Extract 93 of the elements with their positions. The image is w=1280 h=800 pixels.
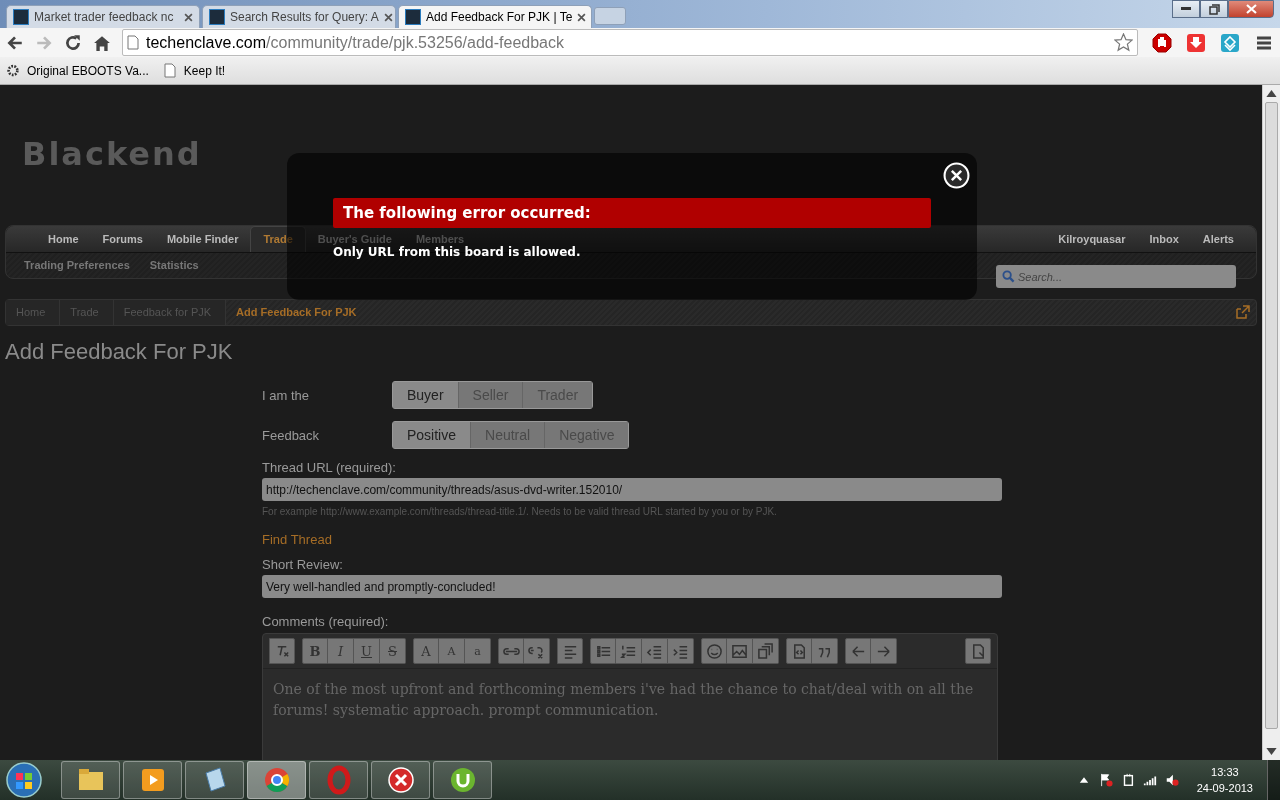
page-icon: [162, 63, 177, 78]
format-button[interactable]: [701, 638, 727, 664]
bookmark-link[interactable]: Original EBOOTS Va...: [6, 63, 149, 78]
thread-url-field[interactable]: http://techenclave.com/community/threads/asus-dvd-writer.152010/: [262, 478, 1002, 501]
nav-tab[interactable]: Members: [403, 232, 477, 246]
format-button[interactable]: [668, 638, 694, 664]
format-button[interactable]: I: [328, 638, 354, 664]
nav-tab[interactable]: Trade: [250, 226, 306, 252]
favicon-icon: [405, 9, 421, 25]
favicon-icon: [13, 9, 29, 25]
field-label: Feedback: [262, 427, 321, 443]
format-button[interactable]: [524, 638, 550, 664]
format-button[interactable]: A: [413, 638, 439, 664]
page-icon: [127, 35, 139, 50]
nav-tab[interactable]: Forums: [90, 232, 155, 246]
star-icon[interactable]: [1114, 33, 1133, 52]
format-button[interactable]: [642, 638, 668, 664]
user-link[interactable]: Alerts: [1190, 232, 1246, 246]
start-button[interactable]: [4, 760, 44, 800]
format-button[interactable]: [269, 638, 295, 664]
nav-tab[interactable]: Mobile Finder: [154, 232, 251, 246]
taskbar-app-button[interactable]: [185, 761, 244, 799]
browser-tab[interactable]: Market trader feedback nc: [6, 5, 200, 28]
sub-nav-link[interactable]: Statistics: [139, 253, 209, 278]
taskbar-app-button[interactable]: [433, 761, 492, 799]
format-button[interactable]: B: [302, 638, 328, 664]
clock-time: 13:33: [1211, 765, 1239, 780]
error-heading: The following error occurred:: [333, 198, 931, 228]
user-link[interactable]: Kilroyquasar: [1046, 232, 1138, 246]
popout-icon[interactable]: [1236, 305, 1250, 319]
reload-icon[interactable]: [64, 33, 82, 52]
format-button[interactable]: a: [465, 638, 491, 664]
format-button[interactable]: [727, 638, 753, 664]
image-icon: [731, 642, 748, 660]
close-icon: [1245, 4, 1257, 14]
clock-date: 24-09-2013: [1196, 781, 1253, 796]
restore-icon: [1208, 3, 1220, 15]
restore-button[interactable]: [1200, 0, 1228, 18]
scroll-thumb[interactable]: [1265, 102, 1278, 729]
format-button[interactable]: [498, 638, 524, 664]
download-icon[interactable]: [1186, 32, 1206, 53]
stop-hand-icon[interactable]: [1152, 32, 1172, 53]
taskbar-app-button[interactable]: [61, 761, 120, 799]
format-button[interactable]: [753, 638, 779, 664]
short-review-field[interactable]: Very well-handled and promptly-concluded!: [262, 575, 1002, 598]
format-button[interactable]: [871, 638, 897, 664]
field-label: Comments (required):: [262, 614, 390, 630]
taskbar-app-button[interactable]: [123, 761, 182, 799]
format-button[interactable]: [557, 638, 583, 664]
nav-tab[interactable]: Home: [36, 232, 91, 246]
flag-icon[interactable]: [1098, 773, 1113, 787]
minimize-icon: [1181, 7, 1191, 11]
source-toggle-button[interactable]: [965, 638, 991, 664]
error-message: Only URL from this board is allowed.: [333, 245, 582, 259]
field-label: I am the: [262, 387, 310, 403]
close-button[interactable]: [1228, 0, 1274, 18]
comments-text-area[interactable]: One of the most upfront and forthcoming members i've had the chance to chat/deal with on all the forums! systematic approach. prompt communication.: [263, 669, 997, 731]
search-icon: [1002, 270, 1015, 283]
find-thread-link[interactable]: Find Thread: [262, 532, 1002, 547]
format-button[interactable]: [590, 638, 616, 664]
format-button[interactable]: [786, 638, 812, 664]
taskbar-app-button[interactable]: [371, 761, 430, 799]
close-icon[interactable]: [577, 12, 587, 22]
minimize-button[interactable]: [1172, 0, 1200, 18]
format-button[interactable]: [616, 638, 642, 664]
breadcrumb-link[interactable]: Add Feedback For PJK: [226, 300, 371, 325]
address-bar[interactable]: techenclave.com/community/trade/pjk.53256/add-feedback: [122, 29, 1138, 56]
format-button[interactable]: S: [380, 638, 406, 664]
error-icon: [385, 765, 416, 795]
smiley-icon: [705, 642, 723, 660]
option-button[interactable]: Positive: [393, 422, 472, 448]
user-link[interactable]: Inbox: [1137, 232, 1191, 246]
browser-tab[interactable]: Add Feedback For PJK | Te: [398, 5, 592, 28]
favicon-icon: [209, 9, 225, 25]
media-icon: [757, 642, 774, 660]
nav-tab[interactable]: Buyer's Guide: [305, 232, 404, 246]
search-field[interactable]: Search...: [996, 265, 1236, 288]
field-label: Short Review:: [262, 557, 344, 573]
volume-muted-icon[interactable]: [1164, 773, 1179, 787]
field-label: Thread URL (required):: [262, 460, 397, 476]
bookmark-link[interactable]: Keep It!: [162, 63, 226, 78]
format-button[interactable]: A: [439, 638, 465, 664]
clock[interactable]: 13:33 24-09-2013: [1196, 764, 1253, 796]
format-button[interactable]: [812, 638, 838, 664]
format-button[interactable]: [845, 638, 871, 664]
sub-nav-link[interactable]: Trading Preferences: [14, 253, 140, 278]
page-title: Add Feedback For PJK: [5, 339, 234, 365]
layers-icon[interactable]: [1220, 32, 1240, 53]
format-button[interactable]: U: [354, 638, 380, 664]
browser-tab[interactable]: Search Results for Query: A: [202, 5, 396, 28]
option-button[interactable]: Buyer: [393, 382, 459, 408]
gear-icon: [6, 63, 20, 78]
scrollbar[interactable]: [1262, 85, 1280, 760]
